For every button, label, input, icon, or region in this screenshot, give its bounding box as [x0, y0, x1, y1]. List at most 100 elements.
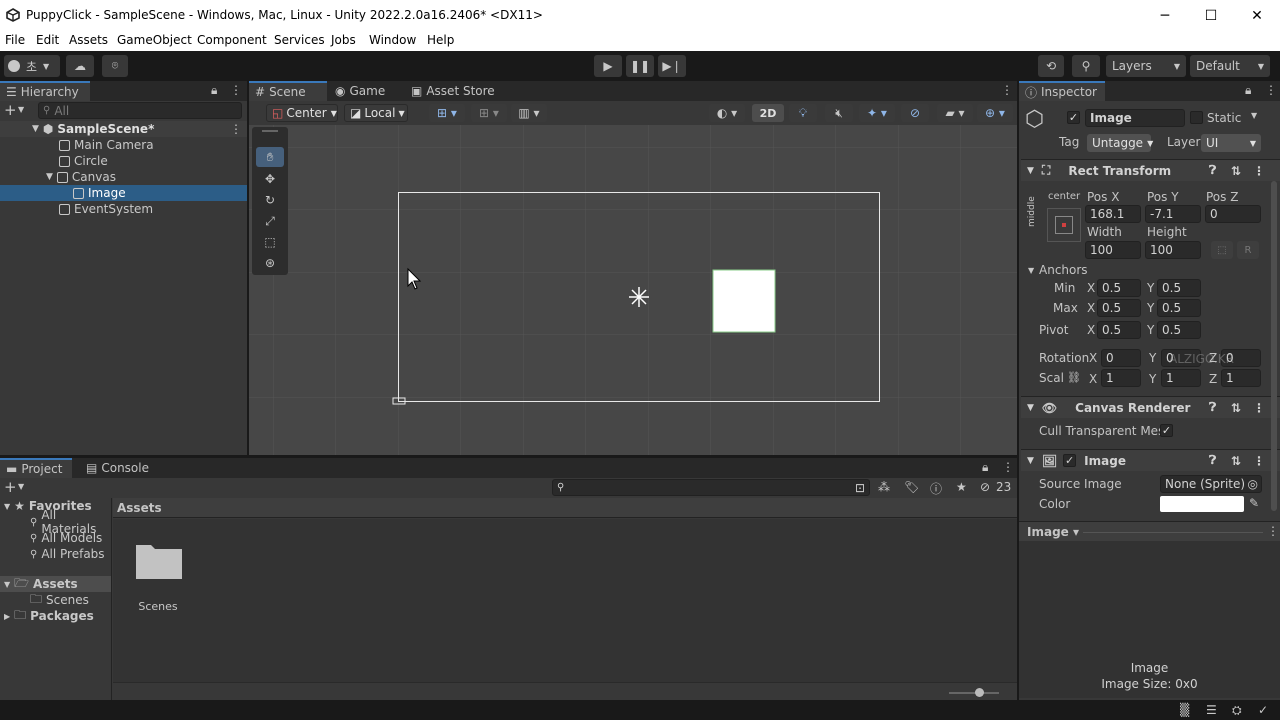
scene-viewport[interactable] — [249, 125, 1017, 455]
chevron-down-icon[interactable]: ▼ — [18, 482, 24, 491]
chevron-down-icon[interactable]: ▼ — [18, 105, 24, 114]
tab-scene[interactable]: # Scene — [249, 81, 327, 101]
pos-z-field[interactable]: 0 — [1205, 205, 1261, 223]
more-icon[interactable]: ⋮ — [1253, 454, 1265, 468]
filter-type-icon[interactable]: ⁂ — [878, 480, 890, 494]
expand-arrow-icon[interactable]: ▶ — [4, 612, 10, 621]
play-button[interactable]: ▶ — [594, 55, 622, 77]
zoom-slider-track[interactable] — [949, 692, 999, 694]
source-image-field[interactable]: None (Sprite) ◎ — [1160, 475, 1262, 493]
expand-arrow-icon[interactable]: ▼ — [1028, 266, 1034, 275]
tree-favorite-item[interactable]: ⚲ All Prefabs — [0, 546, 111, 562]
expand-arrow-icon[interactable]: ▼ — [4, 502, 10, 511]
circle-object-icon[interactable] — [629, 287, 649, 307]
camera-dropdown[interactable]: ▰ ▾ — [937, 104, 973, 122]
close-button[interactable]: ✕ — [1234, 0, 1280, 31]
more-icon[interactable]: ⋮ — [1253, 164, 1265, 178]
star-icon[interactable]: ★ — [956, 480, 967, 494]
more-icon[interactable]: ⋮ — [230, 122, 242, 136]
anchor-min-x-field[interactable]: 0.5 — [1097, 279, 1141, 297]
tree-favorite-item[interactable]: ⚲ All Models — [0, 530, 111, 546]
preview-splitter[interactable] — [1083, 532, 1263, 533]
settings-icon[interactable]: ⇅ — [1231, 454, 1241, 468]
rotate-tool-button[interactable]: ↻ — [256, 190, 284, 210]
tab-hierarchy[interactable]: ☰ Hierarchy — [0, 81, 90, 101]
warning-icon[interactable]: ⓘ — [930, 480, 942, 497]
image-component-header[interactable]: ▼ 🖼︎ ✓ Image ❓︎ ⇅ ⋮ — [1021, 449, 1280, 471]
more-icon[interactable]: ⋮ — [1253, 401, 1265, 415]
tree-assets[interactable]: ▼ 🗁︎ Assets — [0, 576, 111, 592]
pivot-dropdown[interactable]: ◱ Center ▼ — [266, 104, 338, 122]
static-checkbox[interactable] — [1190, 111, 1203, 124]
step-button[interactable]: ▶❘ — [658, 55, 686, 77]
pause-button[interactable]: ❚❚ — [626, 55, 654, 77]
rotation-x-field[interactable]: 0 — [1101, 349, 1141, 367]
cloud-button[interactable]: ☁ — [66, 55, 94, 77]
pos-x-field[interactable]: 168.1 — [1085, 205, 1141, 223]
zoom-slider-thumb[interactable] — [975, 688, 984, 697]
scale-tool-button[interactable]: ⤢ — [256, 211, 284, 231]
settings-icon[interactable]: ⇅ — [1231, 164, 1241, 178]
progress-icon[interactable]: ▒ — [1180, 703, 1189, 717]
expand-arrow-icon[interactable]: ▼ — [46, 172, 53, 182]
chevron-down-icon[interactable]: ▼ — [1251, 111, 1257, 120]
hierarchy-item-circle[interactable]: Circle — [0, 153, 247, 169]
scale-y-field[interactable]: 1 — [1161, 369, 1201, 387]
more-icon[interactable]: ⋮ — [1001, 83, 1013, 97]
search-button[interactable]: ⚲ — [1072, 55, 1100, 77]
lock-icon[interactable]: 🔒︎ — [982, 460, 988, 475]
width-field[interactable]: 100 — [1085, 241, 1141, 259]
lighting-toggle[interactable]: 💡︎ — [789, 104, 817, 122]
menu-component[interactable]: Component — [197, 33, 267, 47]
active-checkbox[interactable]: ✓ — [1067, 111, 1080, 124]
hierarchy-item-scene[interactable]: ▼ ⬢ SampleScene* ⋮ — [0, 121, 247, 137]
grid-visibility-button[interactable]: ⊞ ▾ — [471, 104, 507, 122]
pivot-x-field[interactable]: 0.5 — [1097, 321, 1141, 339]
hierarchy-item-canvas[interactable]: ▼ Canvas — [0, 169, 247, 185]
lock-icon[interactable]: 🔒︎ — [211, 83, 217, 98]
image-enabled-checkbox[interactable]: ✓ — [1063, 454, 1077, 467]
layer-dropdown[interactable]: UI ▼ — [1201, 134, 1261, 152]
tag-dropdown[interactable]: Untagge ▼ — [1087, 134, 1153, 152]
menu-services[interactable]: Services — [274, 33, 325, 47]
layout-dropdown[interactable]: Default ▼ — [1190, 55, 1270, 77]
preview-header[interactable]: Image ▾ ⋮ — [1019, 521, 1280, 541]
tab-console[interactable]: ▤ Console — [80, 458, 156, 478]
menu-window[interactable]: Window — [369, 33, 416, 47]
drag-handle-icon[interactable] — [262, 130, 278, 132]
tab-asset-store[interactable]: ▣ Asset Store — [405, 81, 505, 101]
menu-gameobject[interactable]: GameObject — [117, 33, 192, 47]
rect-transform-header[interactable]: ▼ ⛶ Rect Transform ❓︎ ⇅ ⋮ — [1021, 159, 1280, 181]
grid-snap-button[interactable]: ⊞ ▾ — [429, 104, 465, 122]
menu-jobs[interactable]: Jobs — [331, 33, 356, 47]
more-icon[interactable]: ⋮ — [1265, 83, 1277, 97]
filter-label-icon[interactable]: 🏷︎ — [904, 480, 919, 494]
menu-file[interactable]: File — [5, 33, 25, 47]
color-swatch[interactable] — [1160, 496, 1244, 512]
more-icon[interactable]: ⋮ — [230, 83, 242, 97]
hand-tool-button[interactable]: ✋︎ — [256, 147, 284, 167]
cull-transparent-checkbox[interactable]: ✓ — [1160, 424, 1173, 437]
scale-z-field[interactable]: 1 — [1221, 369, 1261, 387]
settings-icon[interactable]: ⇅ — [1231, 401, 1241, 415]
menu-help[interactable]: Help — [427, 33, 454, 47]
object-picker-icon[interactable]: ◎ — [1248, 477, 1258, 491]
minimize-button[interactable]: ─ — [1142, 0, 1188, 31]
pivot-y-field[interactable]: 0.5 — [1157, 321, 1201, 339]
space-dropdown[interactable]: ◪ Local ▼ — [344, 104, 408, 122]
anchor-max-x-field[interactable]: 0.5 — [1097, 299, 1141, 317]
inspector-scrollbar[interactable] — [1271, 181, 1277, 511]
anchor-max-y-field[interactable]: 0.5 — [1157, 299, 1201, 317]
help-icon[interactable]: ❓︎ — [1209, 453, 1216, 468]
breadcrumb-assets[interactable]: Assets — [117, 501, 162, 515]
add-icon[interactable]: + — [4, 478, 17, 496]
more-icon[interactable]: ⋮ — [1002, 460, 1014, 474]
more-icon[interactable]: ⋮ — [1267, 524, 1279, 538]
project-search-input[interactable]: ⚲ ⊡ — [552, 479, 870, 496]
menu-assets[interactable]: Assets — [69, 33, 108, 47]
pos-y-field[interactable]: -7.1 — [1145, 205, 1201, 223]
tree-favorite-item[interactable]: ⚲ All Materials — [0, 508, 111, 536]
blueprint-mode-button[interactable]: ⬚ — [1211, 241, 1233, 259]
tab-game[interactable]: ◉ Game — [329, 81, 403, 101]
audio-toggle[interactable]: 🔇︎ — [825, 104, 853, 122]
